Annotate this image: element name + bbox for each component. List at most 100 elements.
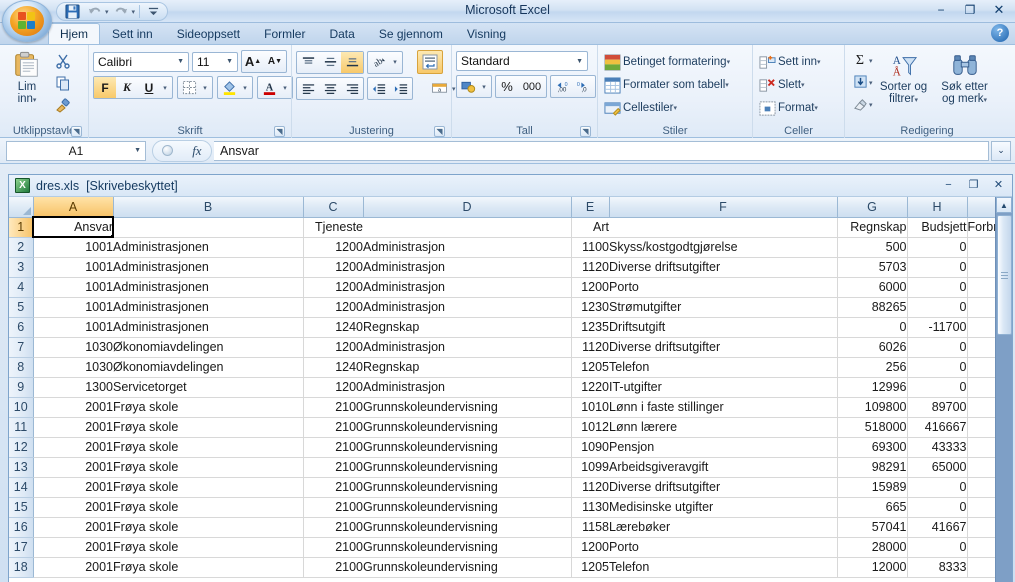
cell-F6[interactable]: Driftsutgift	[609, 317, 838, 338]
cell-C13[interactable]: 2100	[303, 457, 363, 478]
row-header-6[interactable]: 6	[9, 317, 34, 338]
cell-G9[interactable]: 12996	[837, 377, 908, 398]
tab-data[interactable]: Data	[317, 23, 366, 44]
row-header-9[interactable]: 9	[9, 377, 34, 398]
row-header-12[interactable]: 12	[9, 437, 34, 458]
cell-G10[interactable]: 109800	[837, 397, 908, 418]
row-header-14[interactable]: 14	[9, 477, 34, 498]
fill-dropdown-icon[interactable]: ▾	[869, 79, 873, 87]
cell-A13[interactable]: 2001	[33, 457, 113, 478]
table-row[interactable]: 18 2001 Frøya skole 2100 Grunnskoleundervisn…	[9, 557, 1012, 578]
row-header-17[interactable]: 17	[9, 537, 34, 558]
delete-cells-button[interactable]: Slett ▾	[757, 74, 807, 96]
fill-button[interactable]	[849, 72, 871, 93]
cell-G14[interactable]: 15989	[837, 477, 908, 498]
cell-E11[interactable]: 1012	[571, 417, 609, 438]
cell-E16[interactable]: 1158	[571, 517, 609, 538]
cell-D10[interactable]: Grunnskoleundervisning	[363, 397, 572, 418]
column-header-e[interactable]: E	[571, 197, 610, 218]
cell-G6[interactable]: 0	[837, 317, 908, 338]
table-row[interactable]: 16 2001 Frøya skole 2100 Grunnskoleundervisn…	[9, 517, 1012, 538]
autosum-button[interactable]: Σ	[849, 50, 871, 71]
cell-F3[interactable]: Diverse driftsutgifter	[609, 257, 838, 278]
format-as-table-button[interactable]: Formater som tabell ▾	[602, 74, 731, 96]
expand-formula-bar-icon[interactable]: ⌄	[991, 140, 1011, 161]
cell-C9[interactable]: 1200	[303, 377, 363, 398]
cell-C6[interactable]: 1240	[303, 317, 363, 338]
cell-G15[interactable]: 665	[837, 497, 908, 518]
table-row[interactable]: 10 2001 Frøya skole 2100 Grunnskoleundervisn…	[9, 397, 1012, 418]
workbook-restore-icon[interactable]: ❐	[963, 176, 984, 193]
cell-D14[interactable]: Grunnskoleundervisning	[363, 477, 572, 498]
cell-H9[interactable]: 0	[907, 377, 968, 398]
cell-B15[interactable]: Frøya skole	[113, 497, 304, 518]
table-row[interactable]: 9 1300 Servicetorget 1200 Administrasjon 1220…	[9, 377, 1012, 398]
cell-A9[interactable]: 1300	[33, 377, 113, 398]
cell-G8[interactable]: 256	[837, 357, 908, 378]
cell-E1[interactable]: Art	[571, 217, 609, 238]
merge-cells-button[interactable]: a	[427, 78, 451, 99]
cell-B10[interactable]: Frøya skole	[113, 397, 304, 418]
cell-B3[interactable]: Administrasjonen	[113, 257, 304, 278]
cell-styles-button[interactable]: Cellestiler ▾	[602, 97, 679, 119]
copy-button[interactable]	[52, 72, 74, 93]
cell-E6[interactable]: 1235	[571, 317, 609, 338]
orientation-dropdown-icon[interactable]: ▾	[390, 52, 402, 73]
cell-G13[interactable]: 98291	[837, 457, 908, 478]
insert-cells-button[interactable]: Sett inn ▾	[757, 51, 823, 73]
font-dialog-launcher-icon[interactable]: ◥	[274, 126, 285, 137]
cell-C12[interactable]: 2100	[303, 437, 363, 458]
thousands-button[interactable]: 000	[518, 76, 546, 97]
cell-D1[interactable]	[363, 217, 572, 238]
fill-color-dropdown-icon[interactable]: ▾	[240, 77, 252, 98]
cell-F13[interactable]: Arbeidsgiveravgift	[609, 457, 838, 478]
sort-filter-button[interactable]: A Å Sorter og filtrer ▾	[875, 50, 933, 107]
align-center-button[interactable]	[319, 78, 341, 99]
chevron-down-icon[interactable]: ▾	[801, 81, 805, 89]
cut-button[interactable]	[52, 50, 74, 71]
cell-C18[interactable]: 2100	[303, 557, 363, 578]
cell-C2[interactable]: 1200	[303, 237, 363, 258]
row-header-5[interactable]: 5	[9, 297, 34, 318]
cell-A7[interactable]: 1030	[33, 337, 113, 358]
cell-F2[interactable]: Skyss/kostgodtgjørelse	[609, 237, 838, 258]
workbook-close-icon[interactable]: ✕	[988, 176, 1009, 193]
table-row[interactable]: 12 2001 Frøya skole 2100 Grunnskoleundervisn…	[9, 437, 1012, 458]
cell-B14[interactable]: Frøya skole	[113, 477, 304, 498]
undo-dropdown-icon[interactable]: ▾	[105, 8, 109, 16]
fill-color-button[interactable]	[218, 77, 240, 98]
cell-D8[interactable]: Regnskap	[363, 357, 572, 378]
vertical-scrollbar[interactable]: ▲	[995, 197, 1012, 582]
cell-D2[interactable]: Administrasjon	[363, 237, 572, 258]
font-color-button[interactable]: A	[258, 77, 280, 98]
row-header-18[interactable]: 18	[9, 557, 34, 578]
cell-H4[interactable]: 0	[907, 277, 968, 298]
cell-B17[interactable]: Frøya skole	[113, 537, 304, 558]
cell-H7[interactable]: 0	[907, 337, 968, 358]
row-header-10[interactable]: 10	[9, 397, 34, 418]
paste-button[interactable]: Lim inn ▾	[4, 48, 50, 107]
table-row[interactable]: 4 1001 Administrasjonen 1200 Administrasjon 1…	[9, 277, 1012, 298]
cell-H6[interactable]: -11700	[907, 317, 968, 338]
cell-F15[interactable]: Medisinske utgifter	[609, 497, 838, 518]
cell-B4[interactable]: Administrasjonen	[113, 277, 304, 298]
cell-H5[interactable]: 0	[907, 297, 968, 318]
cell-D5[interactable]: Administrasjon	[363, 297, 572, 318]
cell-C11[interactable]: 2100	[303, 417, 363, 438]
cell-B18[interactable]: Frøya skole	[113, 557, 304, 578]
cell-D7[interactable]: Administrasjon	[363, 337, 572, 358]
cell-G12[interactable]: 69300	[837, 437, 908, 458]
cell-E12[interactable]: 1090	[571, 437, 609, 458]
cell-F9[interactable]: IT-utgifter	[609, 377, 838, 398]
cell-A17[interactable]: 2001	[33, 537, 113, 558]
tab-formler[interactable]: Formler	[252, 23, 317, 44]
percent-button[interactable]: %	[496, 76, 518, 97]
table-row[interactable]: 3 1001 Administrasjonen 1200 Administrasjon 1…	[9, 257, 1012, 278]
chevron-down-icon[interactable]: ▼	[134, 147, 141, 154]
bold-button[interactable]: F	[94, 77, 116, 98]
cell-D4[interactable]: Administrasjon	[363, 277, 572, 298]
cell-E10[interactable]: 1010	[571, 397, 609, 418]
cell-A5[interactable]: 1001	[33, 297, 113, 318]
cell-C7[interactable]: 1200	[303, 337, 363, 358]
cell-C1[interactable]: Tjeneste	[303, 217, 363, 238]
